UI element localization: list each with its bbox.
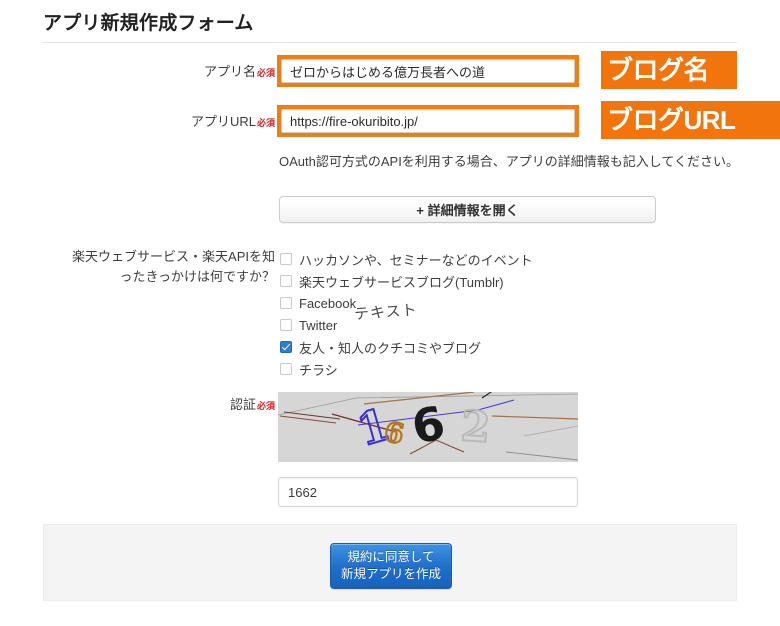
list-item-label: 友人・知人のクチコミやブログ	[299, 340, 482, 356]
checkbox-hackathon[interactable]	[280, 253, 292, 265]
required-badge: 必須	[256, 401, 275, 411]
blog-url-callout: ブログURL	[601, 101, 780, 139]
list-item-label: チラシ	[299, 362, 338, 378]
list-item-label: ハッカソンや、セミナーなどのイベント	[299, 252, 533, 268]
captcha-svg: 1 6 6 2	[278, 392, 578, 462]
submit-button-line1: 規約に同意して	[347, 550, 435, 564]
list-item-label: Facebook	[299, 295, 357, 311]
source-question-label-line1: 楽天ウェブサービス・楽天APIを知	[72, 249, 275, 264]
submit-button[interactable]: 規約に同意して 新規アプリを作成	[330, 543, 452, 589]
captcha-image: 1 6 6 2	[278, 392, 578, 462]
list-item-label: 楽天ウェブサービスブログ(Tumblr)	[299, 274, 504, 290]
app-url-highlight-frame	[277, 105, 579, 137]
app-url-label-text: アプリURL	[190, 114, 256, 129]
text-annotation-note: テキスト	[353, 301, 419, 324]
source-question-label: 楽天ウェブサービス・楽天APIを知 ったきっかけは何ですか？	[20, 247, 275, 287]
app-name-label-text: アプリ名	[203, 64, 256, 79]
page-title: アプリ新規作成フォーム	[43, 13, 254, 34]
checkbox-twitter[interactable]	[280, 319, 292, 331]
blog-name-callout: ブログ名	[601, 51, 737, 89]
checkbox-word-of-mouth[interactable]	[280, 341, 292, 353]
captcha-label-text: 認証	[229, 397, 256, 412]
open-details-button[interactable]: + 詳細情報を開く	[279, 196, 656, 223]
checkbox-facebook[interactable]	[280, 297, 292, 309]
captcha-label: 認証必須	[60, 395, 275, 416]
oauth-help-text: OAuth認可方式のAPIを利用する場合、アプリの詳細情報も記入してください。	[279, 154, 740, 169]
list-item[interactable]: 友人・知人のクチコミやブログ	[280, 336, 533, 358]
checkbox-flyer[interactable]	[280, 363, 292, 375]
checkbox-tumblr-blog[interactable]	[280, 275, 292, 287]
source-question-label-line2: ったきっかけは何ですか？	[119, 269, 275, 284]
list-item[interactable]: チラシ	[280, 358, 533, 380]
app-name-input[interactable]	[281, 59, 575, 83]
app-url-input[interactable]	[281, 109, 575, 133]
captcha-input[interactable]	[278, 477, 578, 507]
app-name-label: アプリ名必須	[60, 62, 275, 83]
app-url-label: アプリURL必須	[60, 112, 275, 133]
list-item[interactable]: 楽天ウェブサービスブログ(Tumblr)	[280, 270, 533, 292]
submit-button-line2: 新規アプリを作成	[340, 567, 441, 581]
app-name-highlight-frame	[277, 55, 579, 87]
required-badge: 必須	[256, 118, 275, 128]
required-badge: 必須	[256, 68, 275, 78]
title-divider	[43, 42, 737, 43]
list-item[interactable]: ハッカソンや、セミナーなどのイベント	[280, 248, 533, 270]
list-item-label: Twitter	[299, 317, 338, 333]
svg-text:2: 2	[459, 401, 492, 452]
